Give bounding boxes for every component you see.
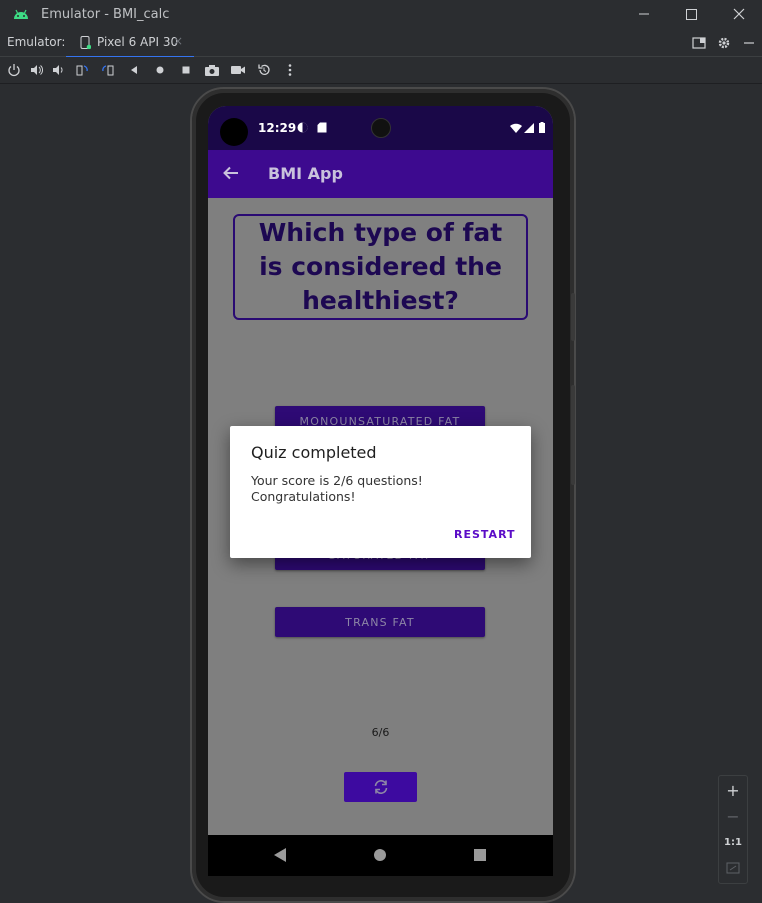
maximize-icon xyxy=(686,9,697,20)
quiz-completed-dialog: Quiz completed Your score is 2/6 questio… xyxy=(230,426,531,558)
settings-button[interactable] xyxy=(715,34,733,52)
side-power-key xyxy=(571,293,575,341)
answer-button-3[interactable]: TRANS FAT xyxy=(275,607,485,637)
nav-recents-icon[interactable] xyxy=(473,847,487,863)
zoom-fit-button[interactable] xyxy=(719,855,747,881)
navigation-bar xyxy=(208,835,553,876)
zoom-out-button[interactable]: − xyxy=(719,803,747,829)
volume-down-icon xyxy=(53,65,63,75)
circle-status-icon xyxy=(297,122,308,133)
snapshot-button[interactable] xyxy=(255,61,273,79)
title-bar: Emulator - BMI_calc xyxy=(0,0,762,29)
window-title: Emulator - BMI_calc xyxy=(41,7,170,22)
volume-down-button[interactable] xyxy=(49,61,67,79)
android-logo-icon xyxy=(14,9,28,19)
battery-icon xyxy=(539,122,545,133)
emulator-label: Emulator: xyxy=(7,35,66,49)
wifi-icon xyxy=(510,123,522,133)
dialog-congrats-line: Congratulations! xyxy=(251,489,356,504)
app-title: BMI App xyxy=(268,164,343,183)
minus-icon xyxy=(744,42,754,44)
restart-button[interactable]: RESTART xyxy=(454,528,516,541)
maximize-button[interactable] xyxy=(680,4,702,24)
emulator-tab-row: Emulator: Pixel 6 API 30 × xyxy=(0,29,762,58)
device-phone-icon xyxy=(80,36,91,49)
nav-home-icon[interactable] xyxy=(373,847,387,863)
hide-panel-button[interactable] xyxy=(740,34,758,52)
gear-icon xyxy=(718,37,730,49)
rotate-left-button[interactable] xyxy=(73,61,91,79)
rotate-right-icon xyxy=(102,65,114,76)
refresh-icon xyxy=(374,780,387,794)
question-box: Which type of fat is considered the heal… xyxy=(233,214,528,320)
layout-toggle-button[interactable] xyxy=(690,34,708,52)
dialog-message: Your score is 2/6 questions! Congratulat… xyxy=(251,473,511,505)
front-camera xyxy=(371,118,391,138)
sd-card-icon xyxy=(317,122,327,133)
overview-square-icon xyxy=(182,66,190,74)
dialog-score-line: Your score is 2/6 questions! xyxy=(251,473,423,488)
power-icon xyxy=(8,64,20,77)
screenshot-button[interactable] xyxy=(203,61,221,79)
app-bar: BMI App xyxy=(208,150,553,198)
fit-screen-icon xyxy=(726,862,740,874)
punch-hole xyxy=(220,118,248,146)
power-button[interactable] xyxy=(5,61,23,79)
arrow-back-icon[interactable] xyxy=(222,164,240,182)
question-text: Which type of fat is considered the heal… xyxy=(258,218,503,315)
status-bar: 12:29 xyxy=(208,106,553,150)
history-icon xyxy=(258,64,270,75)
cell-signal-icon xyxy=(524,123,534,133)
emulator-toolbar xyxy=(0,57,762,84)
back-triangle-icon xyxy=(131,66,137,74)
volume-up-icon xyxy=(31,65,43,75)
question-progress: 6/6 xyxy=(371,726,390,739)
minimize-icon xyxy=(639,13,649,15)
more-vert-icon xyxy=(288,64,292,76)
nav-back-icon[interactable] xyxy=(273,847,287,863)
camera-icon xyxy=(205,65,219,76)
status-time: 12:29 xyxy=(258,121,297,135)
dialog-title: Quiz completed xyxy=(251,443,377,462)
home-circle-icon xyxy=(156,66,164,74)
rotate-left-icon xyxy=(76,65,88,76)
zoom-in-button[interactable]: + xyxy=(719,777,747,803)
video-camera-icon xyxy=(231,66,245,74)
tab-close-icon[interactable]: × xyxy=(173,34,183,48)
close-icon xyxy=(733,8,745,20)
tab-label: Pixel 6 API 30 xyxy=(97,35,179,49)
panel-layout-icon xyxy=(692,37,706,49)
side-volume-key xyxy=(571,385,575,485)
record-button[interactable] xyxy=(229,61,247,79)
zoom-panel: + − 1:1 xyxy=(718,775,748,884)
close-window-button[interactable] xyxy=(728,4,750,24)
overview-button[interactable] xyxy=(177,61,195,79)
minimize-button[interactable] xyxy=(633,4,655,24)
back-button[interactable] xyxy=(125,61,143,79)
tab-pixel-6[interactable]: Pixel 6 API 30 × xyxy=(66,29,194,58)
refresh-button[interactable] xyxy=(344,772,417,802)
zoom-actual-size-button[interactable]: 1:1 xyxy=(719,829,747,855)
rotate-right-button[interactable] xyxy=(99,61,117,79)
home-button[interactable] xyxy=(151,61,169,79)
volume-up-button[interactable] xyxy=(27,61,45,79)
more-options-button[interactable] xyxy=(281,61,299,79)
